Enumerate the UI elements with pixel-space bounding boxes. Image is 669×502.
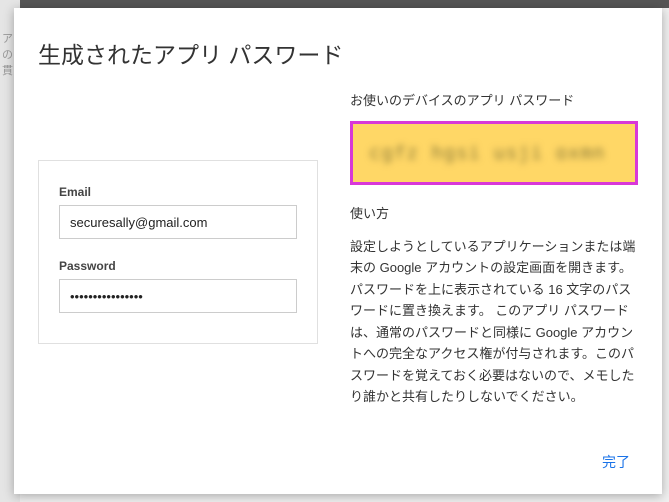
email-field[interactable] xyxy=(59,205,297,239)
done-button[interactable]: 完了 xyxy=(598,446,634,478)
usage-text: 設定しようとしているアプリケーションまたは端末の Google アカウントの設定… xyxy=(350,236,638,408)
login-preview-card: Email Password xyxy=(38,160,318,344)
usage-title: 使い方 xyxy=(350,203,638,222)
generated-password-text: cgfz hgsi usji oxmn xyxy=(369,142,619,164)
device-password-label: お使いのデバイスのアプリ パスワード xyxy=(350,90,638,109)
password-label: Password xyxy=(59,259,297,273)
app-password-dialog: 生成されたアプリ パスワード Email Password お使いのデバイスのア… xyxy=(14,8,662,494)
generated-password-box: cgfz hgsi usji oxmn xyxy=(350,121,638,185)
dialog-title: 生成されたアプリ パスワード xyxy=(14,8,662,90)
email-label: Email xyxy=(59,185,297,199)
password-field[interactable] xyxy=(59,279,297,313)
